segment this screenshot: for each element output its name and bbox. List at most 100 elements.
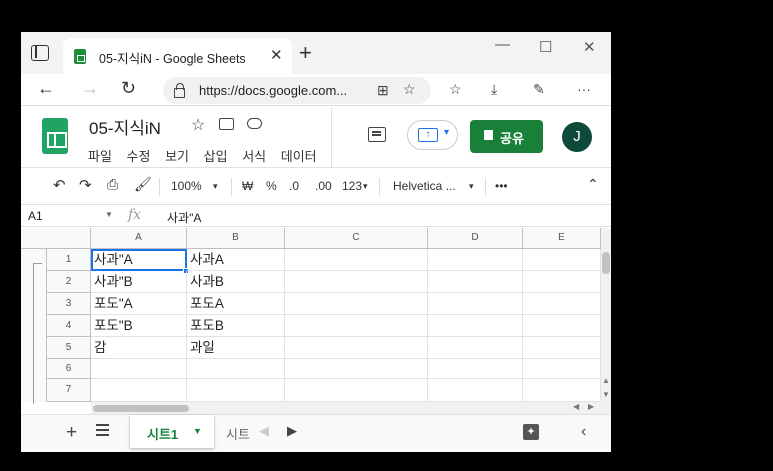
cell-b4[interactable]: 포도B — [187, 315, 285, 337]
cell-d3[interactable] — [428, 293, 523, 315]
currency-format-button[interactable]: ₩ — [242, 179, 253, 193]
new-tab-icon[interactable]: + — [299, 40, 312, 66]
spreadsheet-grid[interactable]: A B C D E 1 2 3 4 5 6 7 사과"A 사과A 사과"B 사과… — [21, 228, 601, 404]
undo-icon[interactable]: ↶ — [53, 176, 66, 194]
cell-b5[interactable]: 과일 — [187, 337, 285, 359]
menu-edit[interactable]: 수정 — [127, 149, 151, 164]
back-icon[interactable]: ← — [37, 78, 55, 99]
scroll-up-icon[interactable]: ▲ — [602, 376, 610, 385]
cell-c1[interactable] — [285, 249, 428, 271]
sheets-logo-icon[interactable] — [42, 118, 68, 154]
decrease-decimal-button[interactable]: .0 — [289, 179, 299, 193]
cell-c3[interactable] — [285, 293, 428, 315]
minimize-icon[interactable]: — — [495, 36, 510, 53]
cell-a1[interactable]: 사과"A — [91, 249, 187, 271]
cell-d6[interactable] — [428, 359, 523, 379]
extension-icon[interactable]: ✎ — [533, 81, 545, 98]
move-folder-icon[interactable] — [219, 118, 234, 130]
cell-e3[interactable] — [523, 293, 601, 315]
more-tools-button[interactable]: ••• — [495, 179, 508, 193]
cell-c2[interactable] — [285, 271, 428, 293]
redo-icon[interactable]: ↷ — [79, 176, 92, 194]
cell-a4[interactable]: 포도"B — [91, 315, 187, 337]
cell-c7[interactable] — [285, 379, 428, 402]
star-icon[interactable]: ☆ — [191, 115, 205, 135]
row-header[interactable]: 3 — [47, 293, 91, 315]
cell-d5[interactable] — [428, 337, 523, 359]
cell-d2[interactable] — [428, 271, 523, 293]
cell-a7[interactable] — [91, 379, 187, 402]
row-header[interactable]: 1 — [47, 249, 91, 271]
font-chevron-icon[interactable]: ▾ — [469, 181, 474, 192]
row-header[interactable]: 7 — [47, 379, 91, 402]
name-box[interactable]: A1 — [28, 209, 43, 223]
side-panel-toggle-icon[interactable]: ‹ — [581, 423, 586, 441]
paint-format-icon[interactable]: 🖌 — [134, 176, 152, 193]
vertical-scrollbar[interactable]: ▲ ▼ — [601, 228, 611, 402]
row-header[interactable]: 6 — [47, 359, 91, 379]
cell-b3[interactable]: 포도A — [187, 293, 285, 315]
font-select[interactable]: Helvetica ... — [393, 179, 456, 193]
close-window-icon[interactable]: ✕ — [583, 38, 596, 56]
menu-data[interactable]: 데이터 — [281, 149, 317, 164]
cell-e7[interactable] — [523, 379, 601, 402]
cell-d1[interactable] — [428, 249, 523, 271]
menu-format[interactable]: 서식 — [242, 149, 266, 164]
cell-e4[interactable] — [523, 315, 601, 337]
avatar[interactable]: J — [562, 122, 592, 152]
cell-b2[interactable]: 사과B — [187, 271, 285, 293]
cell-b1[interactable]: 사과A — [187, 249, 285, 271]
cell-a2[interactable]: 사과"B — [91, 271, 187, 293]
cell-c6[interactable] — [285, 359, 428, 379]
next-sheet-icon[interactable]: ▶ — [287, 423, 297, 439]
favorites-icon[interactable]: ☆ — [449, 81, 462, 98]
add-sheet-icon[interactable]: + — [66, 422, 77, 444]
cell-a3[interactable]: 포도"A — [91, 293, 187, 315]
zoom-chevron-icon[interactable]: ▾ — [213, 181, 218, 192]
cell-e6[interactable] — [523, 359, 601, 379]
url-field[interactable]: https://docs.google.com... ⊞ ☆ — [163, 77, 431, 104]
browser-tab[interactable]: 05-지식iN - Google Sheets ✕ — [63, 38, 292, 74]
scroll-right-icon[interactable]: ▶ — [588, 402, 594, 411]
forward-icon[interactable]: → — [81, 78, 99, 99]
formula-input[interactable]: 사과"A — [167, 209, 201, 226]
menu-view[interactable]: 보기 — [165, 149, 189, 164]
maximize-icon[interactable]: ☐ — [539, 38, 552, 56]
collapse-menu-icon[interactable]: ⌃ — [587, 176, 599, 193]
sheet-tab-active[interactable]: 시트1 ▼ — [130, 415, 214, 448]
column-header-b[interactable]: B — [187, 228, 285, 249]
increase-decimal-button[interactable]: .00 — [315, 179, 332, 193]
column-header-a[interactable]: A — [91, 228, 187, 249]
cell-b7[interactable] — [187, 379, 285, 402]
cell-e2[interactable] — [523, 271, 601, 293]
prev-sheet-icon[interactable]: ◀ — [259, 423, 269, 439]
reload-icon[interactable]: ↻ — [121, 78, 136, 99]
cell-d4[interactable] — [428, 315, 523, 337]
horizontal-scroll-thumb[interactable] — [93, 405, 189, 412]
scroll-down-icon[interactable]: ▼ — [602, 390, 610, 399]
cell-c4[interactable] — [285, 315, 428, 337]
cell-e1[interactable] — [523, 249, 601, 271]
tab-actions-icon[interactable] — [31, 45, 49, 61]
explore-icon[interactable]: ✦ — [523, 424, 539, 440]
settings-more-icon[interactable]: ··· — [577, 81, 591, 97]
downloads-icon[interactable]: ⤓ — [491, 81, 497, 98]
comment-history-icon[interactable] — [368, 127, 386, 142]
more-formats-button[interactable]: 123 — [342, 179, 362, 193]
cell-b6[interactable] — [187, 359, 285, 379]
cell-d7[interactable] — [428, 379, 523, 402]
cell-c5[interactable] — [285, 337, 428, 359]
close-tab-icon[interactable]: ✕ — [270, 46, 283, 64]
cell-a6[interactable] — [91, 359, 187, 379]
zoom-select[interactable]: 100% — [171, 179, 202, 193]
print-icon[interactable]: ⎙ — [107, 176, 118, 193]
horizontal-scrollbar[interactable]: ◀ ▶ — [91, 402, 611, 414]
cloud-status-icon[interactable] — [247, 118, 262, 129]
row-header[interactable]: 5 — [47, 337, 91, 359]
menu-insert[interactable]: 삽입 — [204, 149, 228, 164]
row-header[interactable]: 2 — [47, 271, 91, 293]
present-button[interactable]: ↑ ▾ — [407, 120, 458, 150]
column-header-c[interactable]: C — [285, 228, 428, 249]
share-button[interactable]: 공유 — [470, 120, 543, 153]
cell-e5[interactable] — [523, 337, 601, 359]
